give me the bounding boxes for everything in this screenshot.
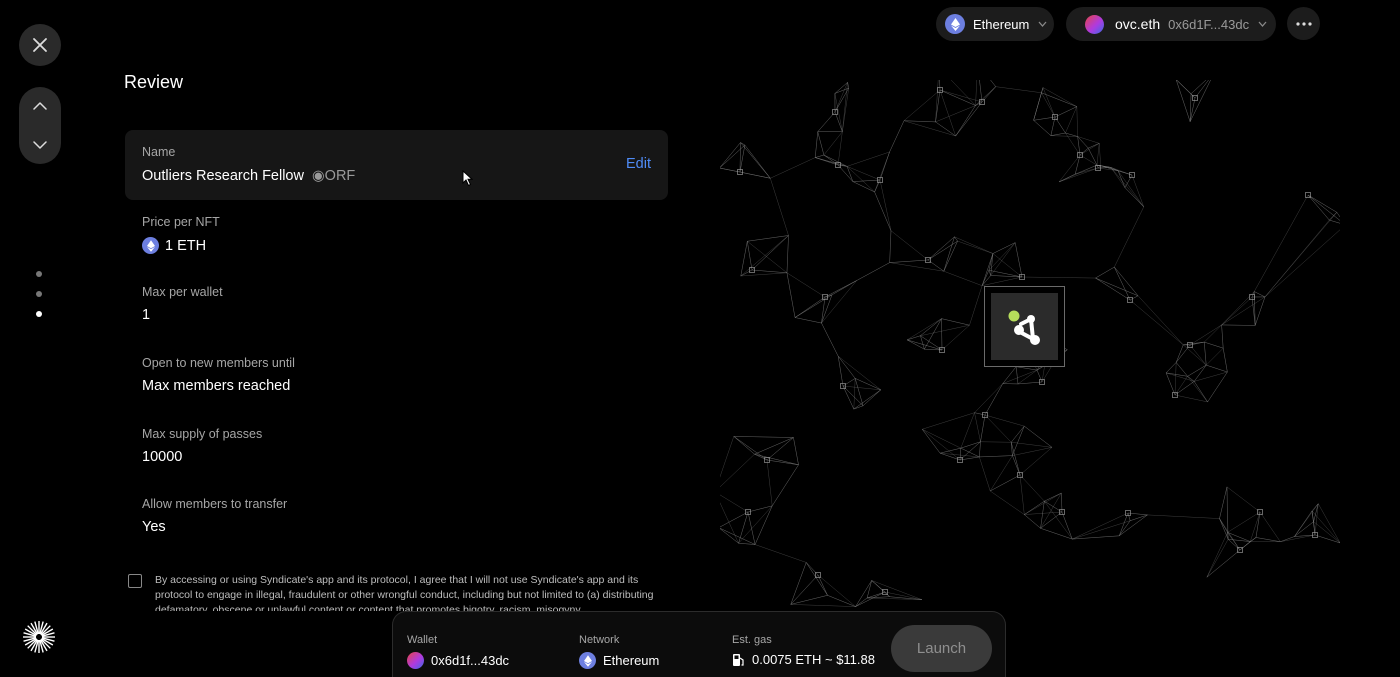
avatar xyxy=(1085,15,1104,34)
footer-wallet-row: 0x6d1f...43dc xyxy=(407,652,509,669)
progress-dot-active[interactable] xyxy=(36,311,42,317)
previous-step-button[interactable] xyxy=(19,89,61,123)
close-button[interactable] xyxy=(19,24,61,66)
open-until-value: Max members reached xyxy=(142,378,295,394)
name-label: Name xyxy=(142,145,175,159)
footer-wallet-value: 0x6d1f...43dc xyxy=(431,653,509,668)
footer-gas-value: 0.0075 ETH ~ $11.88 xyxy=(752,652,875,667)
max-per-wallet-value: 1 xyxy=(142,307,223,323)
network-selector[interactable]: Ethereum xyxy=(936,7,1054,41)
chevron-up-icon xyxy=(33,102,47,110)
max-per-wallet-field: Max per wallet 1 xyxy=(142,285,223,323)
transfer-field: Allow members to transfer Yes xyxy=(142,497,287,535)
price-field: Price per NFT 1 ETH xyxy=(142,215,220,254)
progress-dots xyxy=(36,271,42,331)
avatar xyxy=(407,652,424,669)
transfer-label: Allow members to transfer xyxy=(142,497,287,511)
ens-name: ovc.eth xyxy=(1115,16,1160,32)
max-supply-value: 10000 xyxy=(142,449,262,465)
network-label: Ethereum xyxy=(973,17,1029,32)
chevron-down-icon xyxy=(1258,21,1267,27)
footer-gas-label: Est. gas xyxy=(732,634,875,646)
footer-network: Network Ethereum xyxy=(579,634,659,669)
price-row: 1 ETH xyxy=(142,237,220,254)
footer-network-label: Network xyxy=(579,634,659,646)
mouse-cursor-icon xyxy=(462,170,473,187)
price-label: Price per NFT xyxy=(142,215,220,229)
club-avatar-icon xyxy=(984,286,1065,367)
open-until-label: Open to new members until xyxy=(142,356,295,370)
progress-dot[interactable] xyxy=(36,291,42,297)
footer-network-row: Ethereum xyxy=(579,652,659,669)
footer-gas-row: 0.0075 ETH ~ $11.88 xyxy=(732,652,875,667)
account-menu[interactable]: ovc.eth 0x6d1F...43dc xyxy=(1066,7,1276,41)
next-step-button[interactable] xyxy=(19,128,61,162)
gas-pump-icon xyxy=(732,653,745,667)
launch-button[interactable]: Launch xyxy=(891,625,992,672)
chevron-down-icon xyxy=(1038,21,1047,27)
more-options-button[interactable] xyxy=(1287,7,1320,40)
progress-dot[interactable] xyxy=(36,271,42,277)
close-icon xyxy=(32,37,48,53)
edit-button[interactable]: Edit xyxy=(626,156,651,172)
step-navigator xyxy=(19,87,61,164)
token-symbol: ◉ORF xyxy=(312,168,355,184)
footer-network-value: Ethereum xyxy=(603,653,659,668)
ethereum-icon xyxy=(142,237,159,254)
name-value: Outliers Research Fellow ◉ORF xyxy=(142,168,355,184)
terms-agreement: By accessing or using Syndicate's app an… xyxy=(128,573,668,611)
max-per-wallet-label: Max per wallet xyxy=(142,285,223,299)
share-nodes-icon xyxy=(1000,302,1050,352)
footer-gas: Est. gas 0.0075 ETH ~ $11.88 xyxy=(732,634,875,667)
chevron-down-icon xyxy=(33,141,47,149)
wallet-address: 0x6d1F...43dc xyxy=(1168,17,1249,32)
max-supply-field: Max supply of passes 10000 xyxy=(142,427,262,465)
footer-wallet: Wallet 0x6d1f...43dc xyxy=(407,634,509,669)
max-supply-label: Max supply of passes xyxy=(142,427,262,441)
syndicate-logo-icon xyxy=(22,620,56,659)
launch-summary-bar: Wallet 0x6d1f...43dc Network Ethereum Es… xyxy=(392,611,1006,677)
transfer-value: Yes xyxy=(142,519,287,535)
page-title: Review xyxy=(124,72,183,93)
terms-checkbox[interactable] xyxy=(128,574,142,588)
name-field-card: Name Outliers Research Fellow ◉ORF Edit xyxy=(125,130,668,200)
footer-wallet-label: Wallet xyxy=(407,634,509,646)
price-value: 1 ETH xyxy=(165,238,206,254)
club-name: Outliers Research Fellow xyxy=(142,168,304,184)
ethereum-icon xyxy=(945,14,965,34)
ethereum-icon xyxy=(579,652,596,669)
more-horizontal-icon xyxy=(1296,22,1312,26)
open-until-field: Open to new members until Max members re… xyxy=(142,356,295,394)
terms-text: By accessing or using Syndicate's app an… xyxy=(155,573,665,611)
